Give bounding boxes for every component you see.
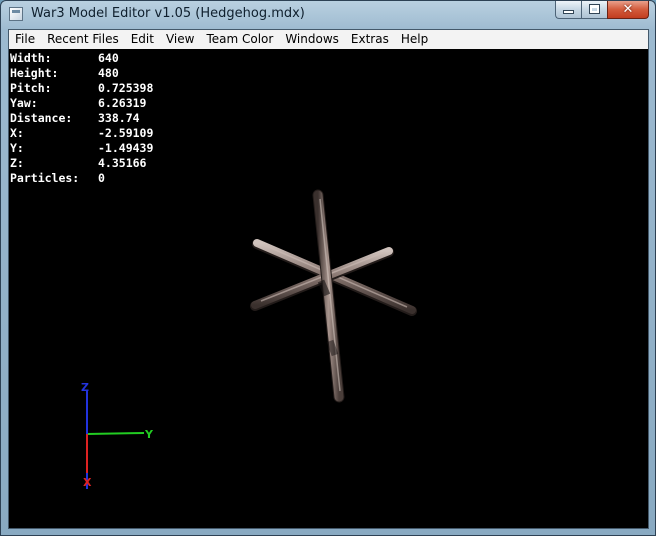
client-area: File Recent Files Edit View Team Color W…	[8, 29, 649, 529]
menu-team-color[interactable]: Team Color	[200, 30, 279, 49]
y-axis-line	[86, 432, 145, 435]
menu-view[interactable]: View	[160, 30, 200, 49]
model-viewport[interactable]: Width: 640 Height: 480 Pitch: 0.725398 Y…	[9, 49, 648, 528]
caption-buttons: ✕	[555, 1, 649, 21]
menu-help[interactable]: Help	[395, 30, 434, 49]
maximize-button[interactable]	[581, 1, 607, 19]
z-axis-label: Z	[81, 381, 89, 394]
y-axis-label: Y	[144, 428, 154, 441]
close-icon: ✕	[622, 2, 634, 17]
x-axis-label: X	[83, 476, 92, 489]
minimize-icon	[564, 11, 573, 13]
window-title: War3 Model Editor v1.05 (Hedgehog.mdx)	[31, 6, 305, 21]
axis-gizmo: Z Y X	[81, 381, 154, 489]
app-icon[interactable]	[9, 7, 23, 21]
maximize-icon	[589, 4, 600, 14]
menu-edit[interactable]: Edit	[125, 30, 160, 49]
minimize-button[interactable]	[555, 1, 581, 19]
menu-windows[interactable]: Windows	[279, 30, 345, 49]
menu-bar: File Recent Files Edit View Team Color W…	[9, 30, 648, 50]
close-button[interactable]: ✕	[607, 1, 649, 19]
menu-recent-files[interactable]: Recent Files	[41, 30, 125, 49]
menu-file[interactable]: File	[9, 30, 41, 49]
app-window: War3 Model Editor v1.05 (Hedgehog.mdx) ✕…	[0, 0, 656, 536]
title-bar[interactable]: War3 Model Editor v1.05 (Hedgehog.mdx) ✕	[1, 1, 655, 29]
menu-extras[interactable]: Extras	[345, 30, 395, 49]
